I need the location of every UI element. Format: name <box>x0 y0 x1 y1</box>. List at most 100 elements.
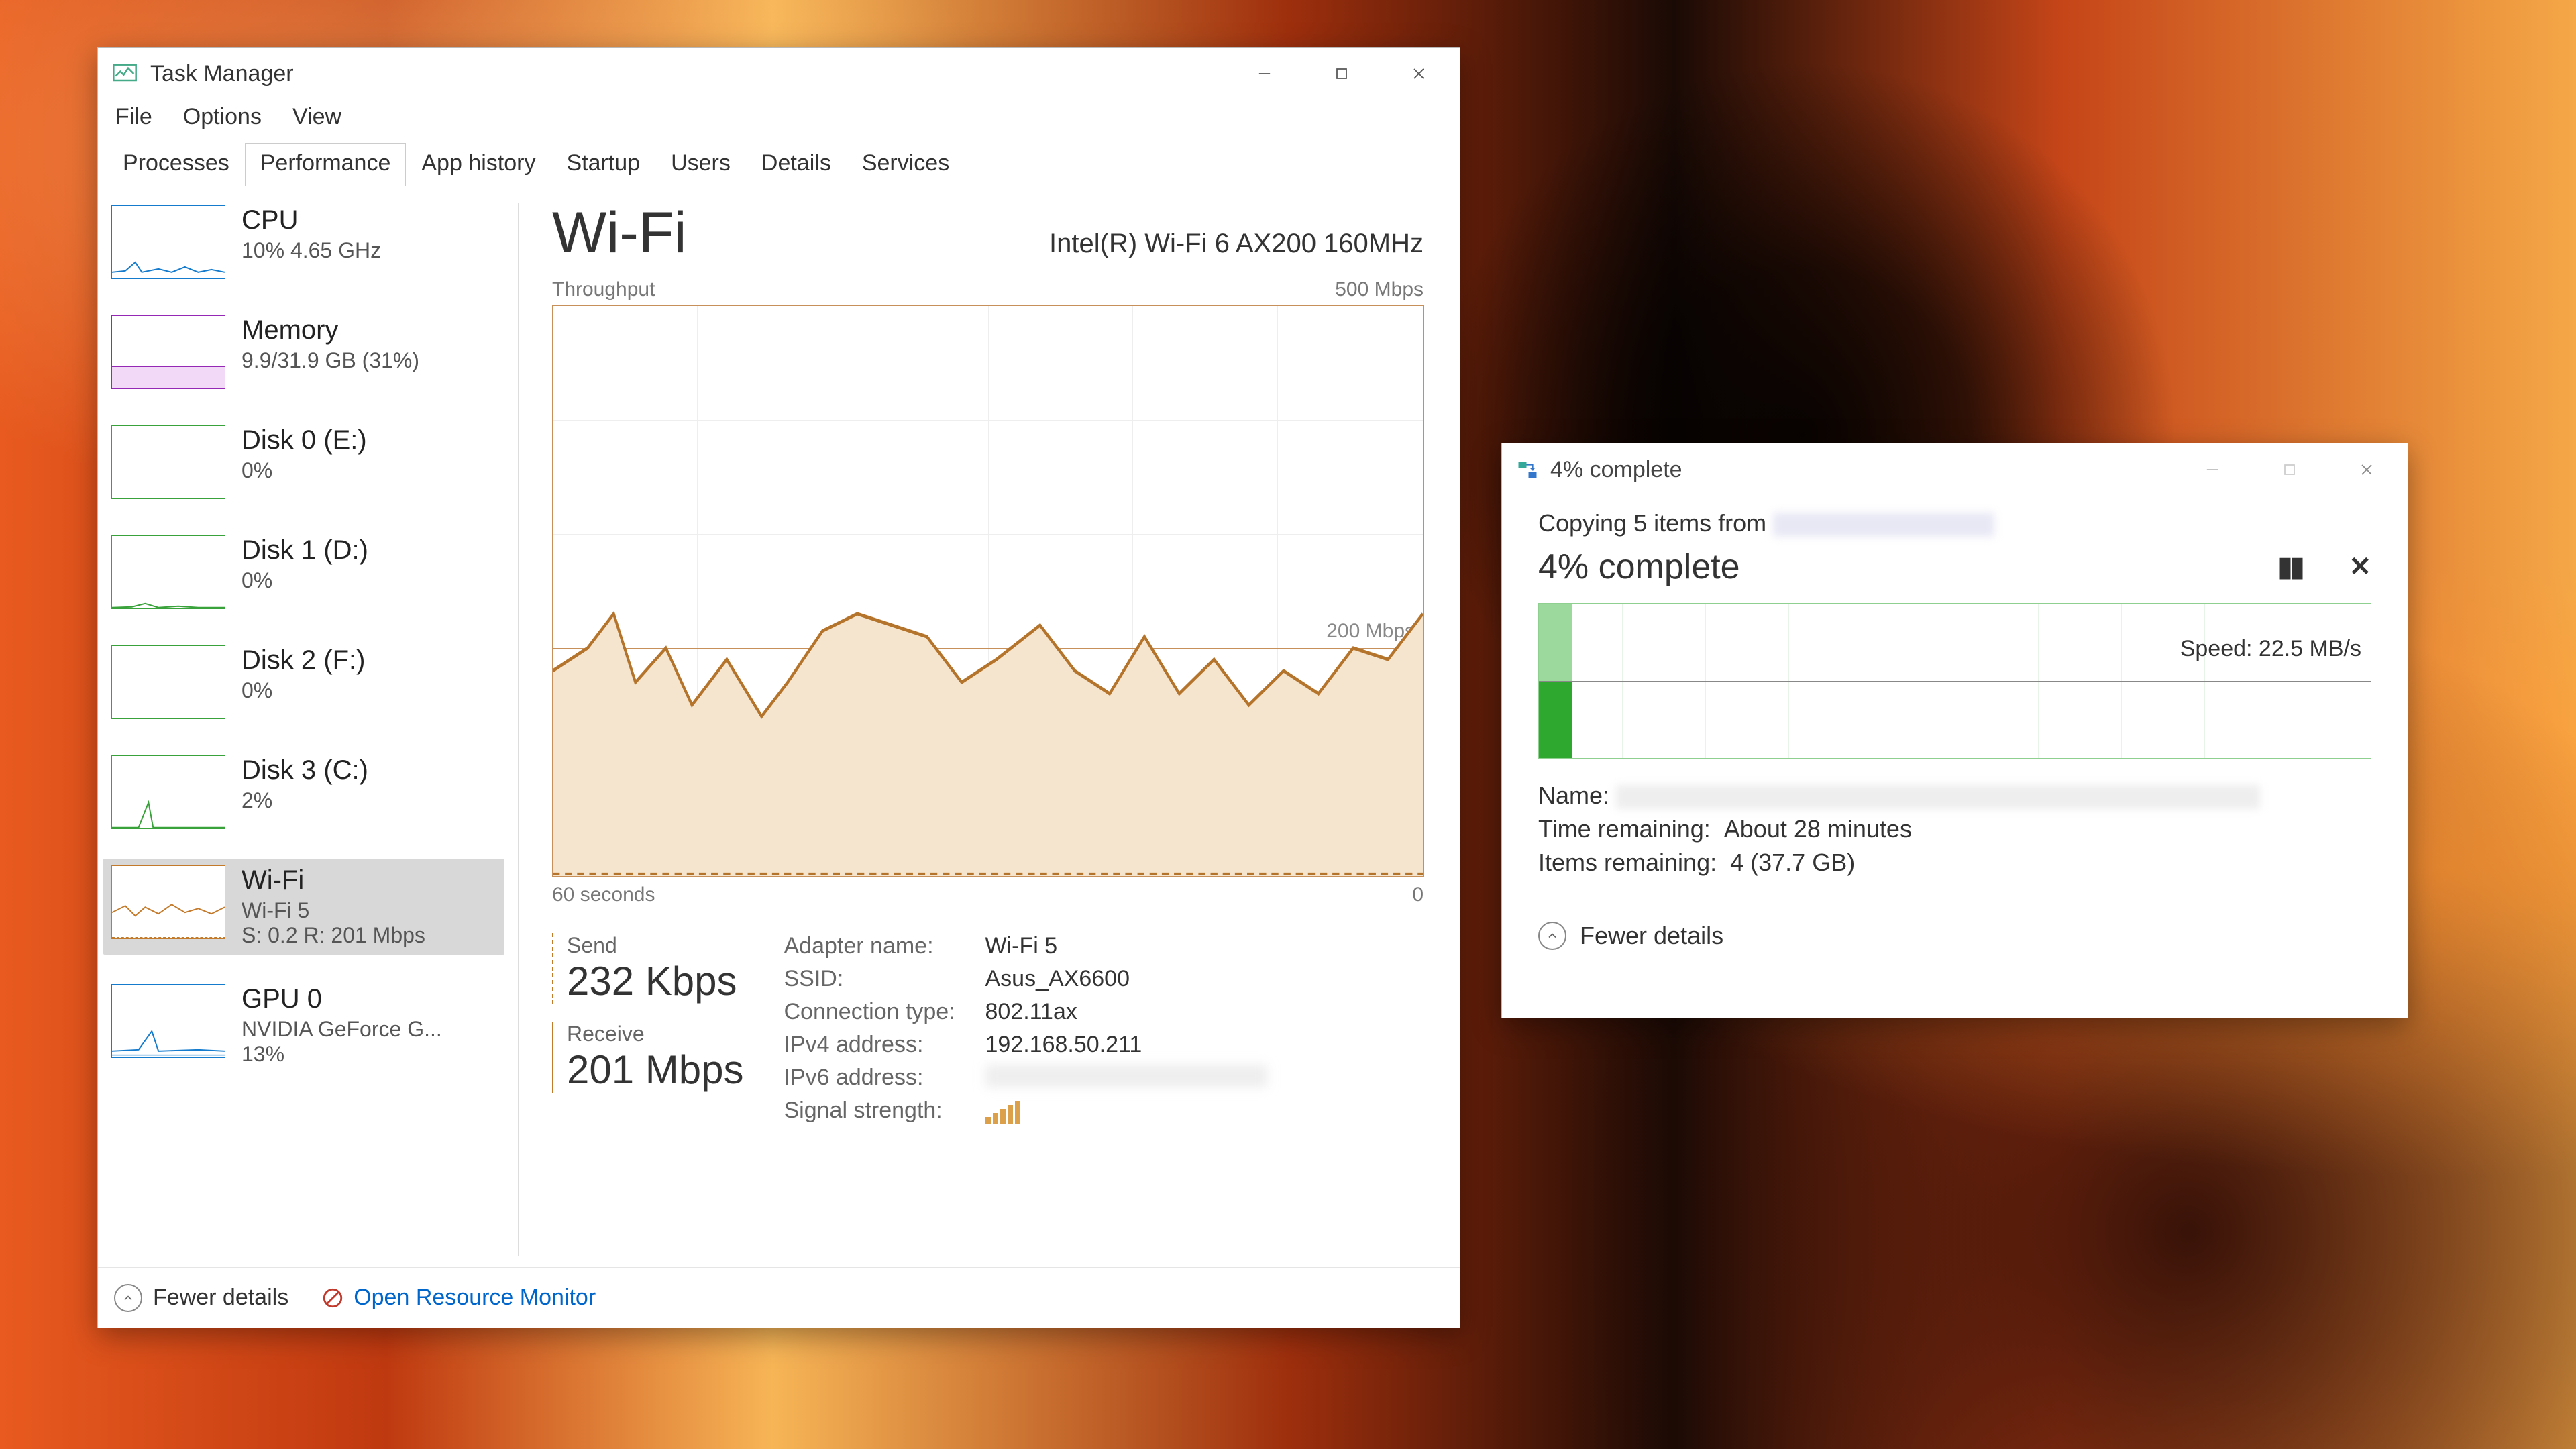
time-value: About 28 minutes <box>1724 815 1912 843</box>
sidebar-sub2: 13% <box>241 1042 442 1067</box>
sidebar-sub: 2% <box>241 788 368 813</box>
fewer-details-button[interactable]: Fewer details <box>1580 922 1723 950</box>
copy-name-row: Name: <box>1538 782 2371 810</box>
sidebar-label: Disk 3 (C:) <box>241 755 368 786</box>
menu-options[interactable]: Options <box>180 100 264 134</box>
copy-source-redacted <box>1773 513 1994 537</box>
sidebar-item-disk1[interactable]: Disk 1 (D:) 0% <box>103 529 504 616</box>
sidebar-label: Wi-Fi <box>241 865 425 896</box>
tab-processes[interactable]: Processes <box>107 143 245 186</box>
sidebar-label: CPU <box>241 205 381 235</box>
sidebar-item-wifi[interactable]: Wi-Fi Wi-Fi 5 S: 0.2 R: 201 Mbps <box>103 859 504 955</box>
task-manager-window: Task Manager File Options View Processes… <box>97 47 1460 1328</box>
signal-strength-icon <box>985 1097 1020 1124</box>
sidebar-item-cpu[interactable]: CPU 10% 4.65 GHz <box>103 199 504 286</box>
sidebar-label: Memory <box>241 315 419 345</box>
sidebar-label: Disk 0 (E:) <box>241 425 367 455</box>
chart-x-left: 60 seconds <box>552 883 655 906</box>
k-ssid: SSID: <box>784 966 985 992</box>
sidebar-sub: 10% 4.65 GHz <box>241 238 381 263</box>
copying-prefix: Copying 5 items from <box>1538 509 1773 537</box>
menu-view[interactable]: View <box>290 100 344 134</box>
menu-bar: File Options View <box>98 100 1460 142</box>
chart-x-right: 0 <box>1412 883 1424 906</box>
disk-thumbnail <box>111 425 225 499</box>
sidebar-label: Disk 2 (F:) <box>241 645 365 676</box>
copy-name-redacted <box>1616 785 2260 809</box>
open-resource-monitor-label: Open Resource Monitor <box>354 1285 596 1311</box>
minimize-button[interactable] <box>2174 443 2251 496</box>
maximize-button[interactable] <box>1303 48 1380 100</box>
wifi-thumbnail <box>111 865 225 939</box>
v-connection-type: 802.11ax <box>985 999 1077 1025</box>
sidebar-item-gpu[interactable]: GPU 0 NVIDIA GeForce G... 13% <box>103 977 504 1073</box>
k-adapter-name: Adapter name: <box>784 933 985 959</box>
sidebar-item-disk3[interactable]: Disk 3 (C:) 2% <box>103 749 504 836</box>
chevron-up-icon <box>1538 922 1566 950</box>
window-title: Task Manager <box>150 61 294 87</box>
detail-heading: Wi-Fi <box>552 200 687 266</box>
tab-app-history[interactable]: App history <box>406 143 551 186</box>
time-key: Time remaining: <box>1538 815 1711 843</box>
disk-thumbnail <box>111 645 225 719</box>
cpu-thumbnail <box>111 205 225 279</box>
tab-bar: Processes Performance App history Startu… <box>98 142 1460 186</box>
name-key: Name: <box>1538 782 1609 809</box>
file-copy-dialog: 4% complete Copying 5 items from 4% comp… <box>1501 443 2408 1018</box>
sidebar-sub: 0% <box>241 458 367 483</box>
sidebar-sub: 9.9/31.9 GB (31%) <box>241 348 419 373</box>
items-key: Items remaining: <box>1538 849 1717 876</box>
tab-startup[interactable]: Startup <box>551 143 655 186</box>
sidebar-item-memory[interactable]: Memory 9.9/31.9 GB (31%) <box>103 309 504 396</box>
receive-label: Receive <box>567 1022 744 1046</box>
sidebar-sub: Wi-Fi 5 <box>241 898 425 923</box>
close-button[interactable] <box>2328 443 2405 496</box>
file-transfer-icon <box>1515 458 1540 482</box>
tab-services[interactable]: Services <box>847 143 965 186</box>
v-ssid: Asus_AX6600 <box>985 966 1130 992</box>
gpu-thumbnail <box>111 984 225 1058</box>
sidebar-sub: NVIDIA GeForce G... <box>241 1017 442 1042</box>
copy-dialog-footer: Fewer details <box>1538 904 2371 967</box>
chart-label-max: 500 Mbps <box>1335 278 1424 301</box>
close-button[interactable] <box>1380 48 1457 100</box>
performance-detail: Wi-Fi Intel(R) Wi-Fi 6 AX200 160MHz Thro… <box>527 186 1460 1272</box>
memory-thumbnail <box>111 315 225 389</box>
pause-button[interactable]: ▮▮ <box>2277 551 2302 582</box>
tab-performance[interactable]: Performance <box>245 143 407 186</box>
menu-file[interactable]: File <box>113 100 155 134</box>
adapter-model: Intel(R) Wi-Fi 6 AX200 160MHz <box>1049 229 1424 259</box>
send-value: 232 Kbps <box>567 958 744 1004</box>
minimize-button[interactable] <box>1226 48 1303 100</box>
window-title: 4% complete <box>1550 457 1682 483</box>
items-value: 4 (37.7 GB) <box>1730 849 1855 876</box>
copy-items-row: Items remaining: 4 (37.7 GB) <box>1538 849 2371 877</box>
send-label: Send <box>567 933 744 958</box>
copying-line: Copying 5 items from <box>1538 509 2371 537</box>
maximize-button[interactable] <box>2251 443 2328 496</box>
cancel-button[interactable]: ✕ <box>2349 551 2371 582</box>
task-manager-icon <box>111 60 138 87</box>
k-ipv4: IPv4 address: <box>784 1032 985 1058</box>
open-resource-monitor-link[interactable]: Open Resource Monitor <box>321 1285 596 1311</box>
fewer-details-button[interactable]: Fewer details <box>114 1284 288 1312</box>
tab-details[interactable]: Details <box>746 143 847 186</box>
chevron-up-icon <box>114 1284 142 1312</box>
receive-value: 201 Mbps <box>567 1046 744 1093</box>
v-adapter-name: Wi-Fi 5 <box>985 933 1058 959</box>
fewer-details-label: Fewer details <box>153 1285 288 1311</box>
sidebar-item-disk2[interactable]: Disk 2 (F:) 0% <box>103 639 504 726</box>
titlebar[interactable]: Task Manager <box>98 48 1460 100</box>
k-connection-type: Connection type: <box>784 999 985 1025</box>
sidebar-label: Disk 1 (D:) <box>241 535 368 566</box>
v-ipv4: 192.168.50.211 <box>985 1032 1142 1058</box>
sidebar-item-disk0[interactable]: Disk 0 (E:) 0% <box>103 419 504 506</box>
titlebar[interactable]: 4% complete <box>1502 443 2408 496</box>
tab-users[interactable]: Users <box>655 143 746 186</box>
copy-speed: Speed: 22.5 MB/s <box>2180 636 2361 662</box>
sidebar-sub: 0% <box>241 568 368 593</box>
disk-thumbnail <box>111 755 225 829</box>
k-signal: Signal strength: <box>784 1097 985 1124</box>
sidebar-sub: 0% <box>241 678 365 703</box>
copy-time-row: Time remaining: About 28 minutes <box>1538 815 2371 843</box>
